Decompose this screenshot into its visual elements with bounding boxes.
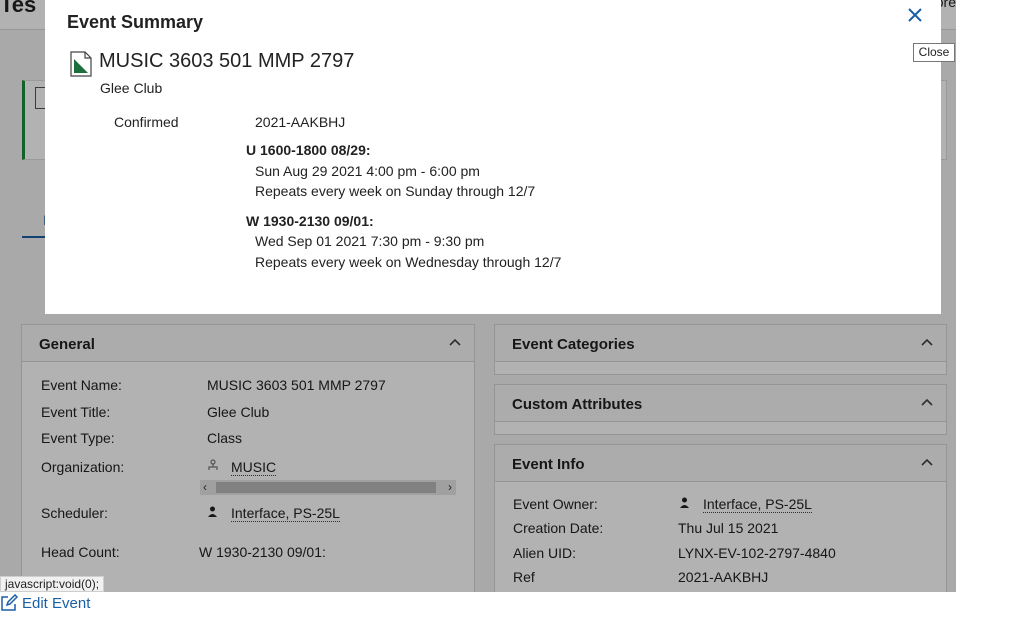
modal-title: Event Summary [67, 12, 204, 32]
occurrence-heading: W 1930-2130 09/01: [246, 213, 374, 229]
event-name-heading: MUSIC 3603 501 MMP 2797 [99, 50, 355, 72]
screen: Tes ore I General Event Name: MUSIC 3603… [0, 0, 1034, 637]
occurrence-repeat: Repeats every week on Wednesday through … [255, 254, 562, 270]
event-summary-modal: Event Summary MUSIC 3603 501 MMP 2797 Gl… [45, 0, 941, 314]
status-bar-url: javascript:void(0); [0, 576, 105, 592]
occurrence-repeat: Repeats every week on Sunday through 12/… [255, 183, 536, 199]
edit-event-label: Edit Event [22, 594, 91, 612]
close-tooltip: Close [913, 43, 955, 62]
edit-icon [0, 593, 19, 612]
event-reference: 2021-AAKBHJ [255, 114, 346, 130]
occurrence-datetime: Sun Aug 29 2021 4:00 pm - 6:00 pm [255, 163, 480, 179]
edit-event-link[interactable]: Edit Event [0, 593, 90, 613]
occurrence-datetime: Wed Sep 01 2021 7:30 pm - 9:30 pm [255, 233, 485, 249]
event-title-text: Glee Club [100, 80, 163, 96]
event-document-icon [70, 51, 92, 77]
close-icon[interactable] [905, 5, 925, 25]
event-state: Confirmed [114, 114, 179, 130]
occurrence-heading: U 1600-1800 08/29: [246, 142, 371, 158]
